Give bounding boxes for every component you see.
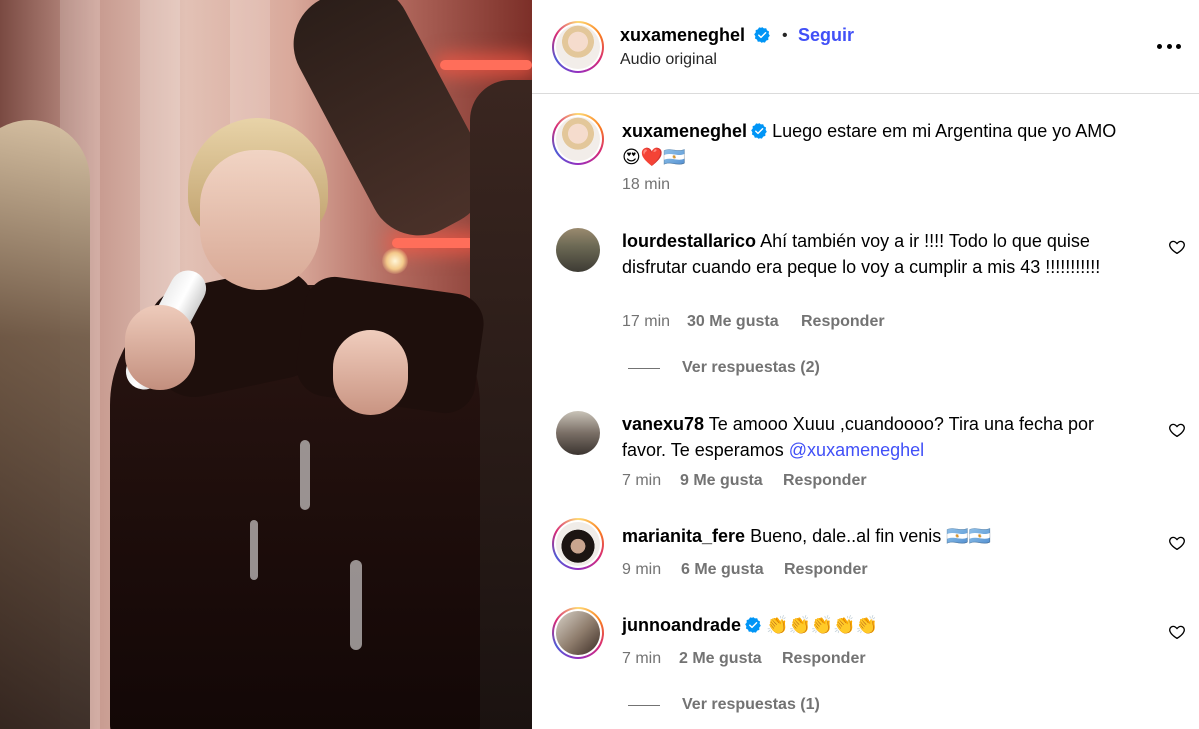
heart-outline-icon[interactable] [1168, 238, 1186, 256]
heart-outline-icon[interactable] [1168, 534, 1186, 552]
background-dancer [0, 120, 90, 729]
singer-face [200, 150, 320, 290]
comment-timestamp: 17 min [622, 313, 671, 330]
avatar[interactable] [556, 411, 600, 455]
comment-username[interactable]: lourdestallarico [622, 231, 756, 251]
comment-text: junnoandrade 👏👏👏👏👏 [622, 612, 1142, 638]
audio-link[interactable]: Audio original [620, 51, 717, 69]
comment-username[interactable]: vanexu78 [622, 414, 704, 434]
comment-username[interactable]: junnoandrade [622, 615, 741, 635]
caption-body: Luego estare em mi Argentina que yo AMO [772, 121, 1117, 141]
stage-bulb [382, 248, 408, 274]
heart-outline-icon[interactable] [1168, 421, 1186, 439]
caption-text: xuxameneghel Luego estare em mi Argentin… [622, 118, 1162, 170]
sheen [300, 440, 310, 510]
avatar[interactable] [552, 113, 604, 165]
author-username-text[interactable]: xuxameneghel [620, 25, 745, 45]
avatar[interactable] [556, 228, 600, 272]
follow-button[interactable]: Seguir [798, 25, 854, 46]
comment-text: lourdestallarico Ahí también voy a ir !!… [622, 228, 1142, 280]
view-replies-button[interactable]: Ver respuestas (2) [628, 359, 820, 377]
verified-badge-icon [751, 123, 767, 139]
sheen [350, 560, 362, 650]
replies-divider [628, 704, 660, 706]
comment-likes[interactable]: 2 Me gusta [679, 650, 762, 667]
post-header: xuxameneghel • Seguir Audio original [532, 0, 1199, 94]
more-options-icon[interactable] [1157, 36, 1181, 56]
comment-timestamp: 7 min [622, 472, 662, 489]
comment-likes[interactable]: 6 Me gusta [681, 561, 764, 578]
reply-button[interactable]: Responder [784, 561, 868, 578]
comment-likes[interactable]: 9 Me gusta [680, 472, 763, 489]
comment-text: marianita_fere Bueno, dale..al fin venis… [622, 523, 1142, 549]
mention-link[interactable]: @xuxameneghel [789, 440, 924, 460]
replies-divider [628, 367, 660, 369]
singer-hand [125, 305, 195, 390]
verified-badge-icon [745, 617, 761, 633]
neon-light [392, 238, 482, 248]
comment-emojis: 👏👏👏👏👏 [766, 615, 879, 635]
avatar[interactable] [552, 518, 604, 570]
author-username[interactable]: xuxameneghel [620, 25, 770, 46]
reply-button[interactable]: Responder [801, 313, 885, 330]
heart-outline-icon[interactable] [1168, 623, 1186, 641]
sheen [250, 520, 258, 580]
caption-emojis: 😍❤️🇦🇷 [622, 147, 686, 167]
verified-badge-icon [754, 27, 770, 43]
comment-likes[interactable]: 30 Me gusta [687, 313, 779, 330]
separator-dot: • [782, 27, 788, 44]
caption-username[interactable]: xuxameneghel [622, 121, 747, 141]
view-replies-button[interactable]: Ver respuestas (1) [628, 696, 820, 714]
caption-timestamp: 18 min [622, 176, 671, 193]
comment-emojis: 🇦🇷🇦🇷 [946, 526, 992, 546]
avatar[interactable] [552, 607, 604, 659]
view-replies-label[interactable]: Ver respuestas (2) [682, 359, 820, 377]
comment-timestamp: 7 min [622, 650, 662, 667]
singer-fist [333, 330, 408, 415]
reply-button[interactable]: Responder [782, 650, 866, 667]
comment-body: Bueno, dale..al fin venis [750, 526, 942, 546]
post-media[interactable] [0, 0, 532, 729]
comments-panel: xuxameneghel • Seguir Audio original xux… [532, 0, 1199, 729]
neon-light [440, 60, 532, 70]
comment-timestamp: 9 min [622, 561, 662, 578]
comment-text: vanexu78 Te amooo Xuuu ,cuandoooo? Tira … [622, 411, 1142, 463]
reply-button[interactable]: Responder [783, 472, 867, 489]
avatar[interactable] [552, 21, 604, 73]
view-replies-label[interactable]: Ver respuestas (1) [682, 696, 820, 714]
comment-username[interactable]: marianita_fere [622, 526, 745, 546]
